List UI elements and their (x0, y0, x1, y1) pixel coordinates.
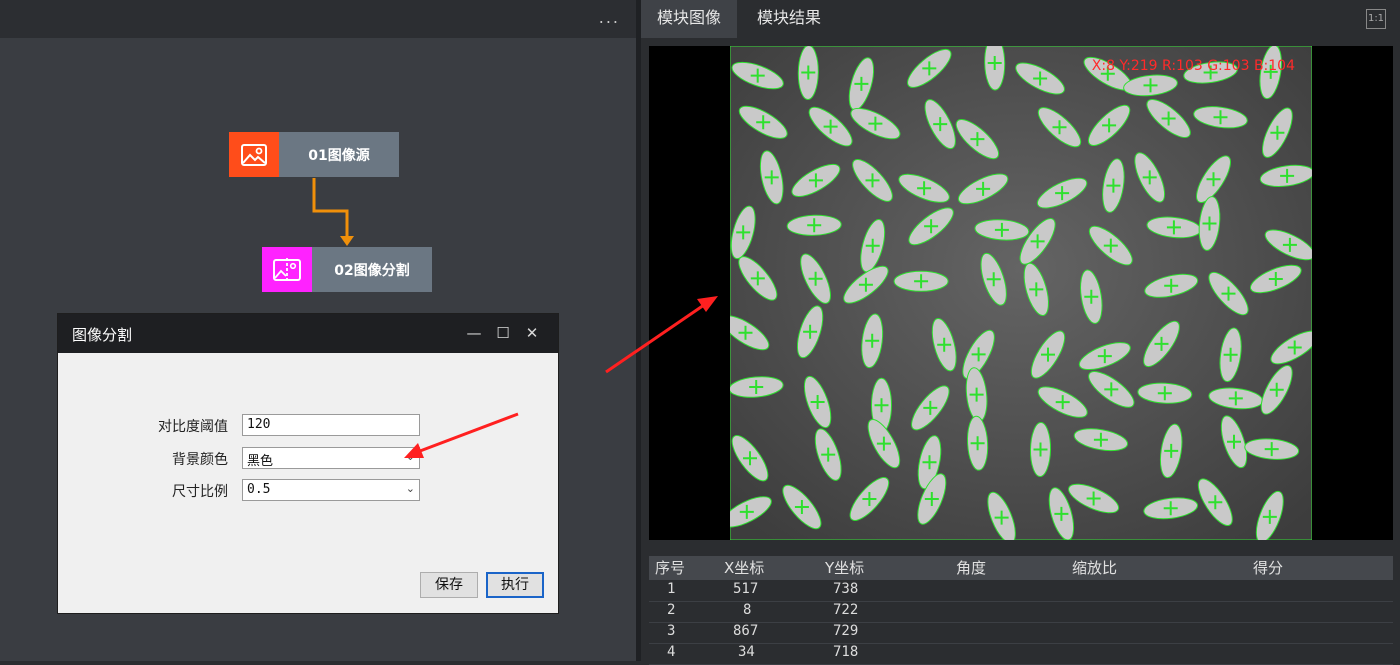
threshold-value: 120 (247, 417, 271, 432)
col-scale: 缩放比 (1072, 559, 1118, 577)
threshold-input[interactable]: 120 (242, 414, 420, 436)
cell-y: 722 (833, 602, 859, 618)
cell-x: 34 (738, 644, 755, 660)
save-button[interactable]: 保存 (420, 572, 478, 598)
node-image-segmentation[interactable]: 02图像分割 (262, 247, 432, 292)
col-angle: 角度 (956, 559, 987, 577)
image-icon (229, 132, 279, 177)
result-panel: 模块图像 模块结果 1:1 X:8 Y:219 R:103 G:103 B:10… (641, 0, 1400, 665)
table-row[interactable]: 4 34 718 (649, 643, 1393, 665)
chevron-down-icon: ⌄ (405, 450, 415, 463)
cell-index: 4 (667, 644, 676, 660)
cell-y: 729 (833, 623, 859, 639)
background-color-select[interactable]: 黑色 ⌄ (242, 447, 420, 469)
tab-module-image[interactable]: 模块图像 (641, 0, 738, 38)
table-row[interactable]: 1 517 738 (649, 580, 1393, 602)
run-button[interactable]: 执行 (486, 572, 544, 598)
cell-index: 2 (667, 602, 676, 618)
actual-size-button[interactable]: 1:1 (1366, 9, 1386, 29)
close-button[interactable]: ✕ (521, 322, 543, 344)
node-label: 01图像源 (279, 132, 399, 177)
flow-canvas[interactable]: ... 01图像源 02图像分割 图像分割 — ☐ ✕ 对比度阈值 120 背景… (0, 0, 636, 661)
dialog-title: 图像分割 (72, 326, 133, 344)
segmented-image (730, 46, 1312, 540)
cell-y: 718 (833, 644, 859, 660)
table-row[interactable]: 3 867 729 (649, 622, 1393, 644)
table-header: 序号 X坐标 Y坐标 角度 缩放比 得分 (649, 556, 1393, 580)
size-ratio-select[interactable]: 0.5 ⌄ (242, 479, 420, 501)
chevron-down-icon: ⌄ (405, 482, 415, 495)
size-ratio-label: 尺寸比例 (172, 484, 228, 500)
col-y: Y坐标 (825, 559, 865, 577)
col-x: X坐标 (724, 559, 765, 577)
node-label: 02图像分割 (312, 247, 432, 292)
cell-index: 1 (667, 581, 676, 597)
tab-module-result[interactable]: 模块结果 (741, 0, 837, 38)
pixel-readout: X:8 Y:219 R:103 G:103 B:104 (1091, 58, 1295, 74)
cell-x: 867 (733, 623, 759, 639)
size-ratio-value: 0.5 (247, 482, 271, 497)
background-color-value: 黑色 (247, 454, 274, 469)
cell-index: 3 (667, 623, 676, 639)
result-table: 序号 X坐标 Y坐标 角度 缩放比 得分 1 517 738 2 8 722 3… (649, 556, 1393, 665)
dialog-titlebar[interactable]: 图像分割 — ☐ ✕ (58, 314, 558, 353)
col-score: 得分 (1253, 559, 1284, 577)
background-color-label: 背景颜色 (172, 452, 228, 468)
rice-grain (893, 270, 949, 292)
cell-y: 738 (833, 581, 859, 597)
minimize-button[interactable]: — (463, 322, 485, 344)
rice-grain (1029, 422, 1052, 477)
col-index: 序号 (655, 559, 686, 577)
maximize-button[interactable]: ☐ (492, 322, 514, 344)
cell-x: 8 (743, 602, 752, 618)
segmentation-dialog: 图像分割 — ☐ ✕ 对比度阈值 120 背景颜色 黑色 ⌄ 尺寸比例 0.5 … (58, 314, 558, 613)
image-viewer[interactable]: X:8 Y:219 R:103 G:103 B:104 (649, 46, 1393, 540)
result-tabs: 模块图像 模块结果 1:1 (641, 0, 1400, 38)
cell-x: 517 (733, 581, 759, 597)
node-image-source[interactable]: 01图像源 (229, 132, 399, 177)
image-split-icon (262, 247, 312, 292)
table-row[interactable]: 2 8 722 (649, 601, 1393, 623)
threshold-label: 对比度阈值 (158, 419, 228, 435)
